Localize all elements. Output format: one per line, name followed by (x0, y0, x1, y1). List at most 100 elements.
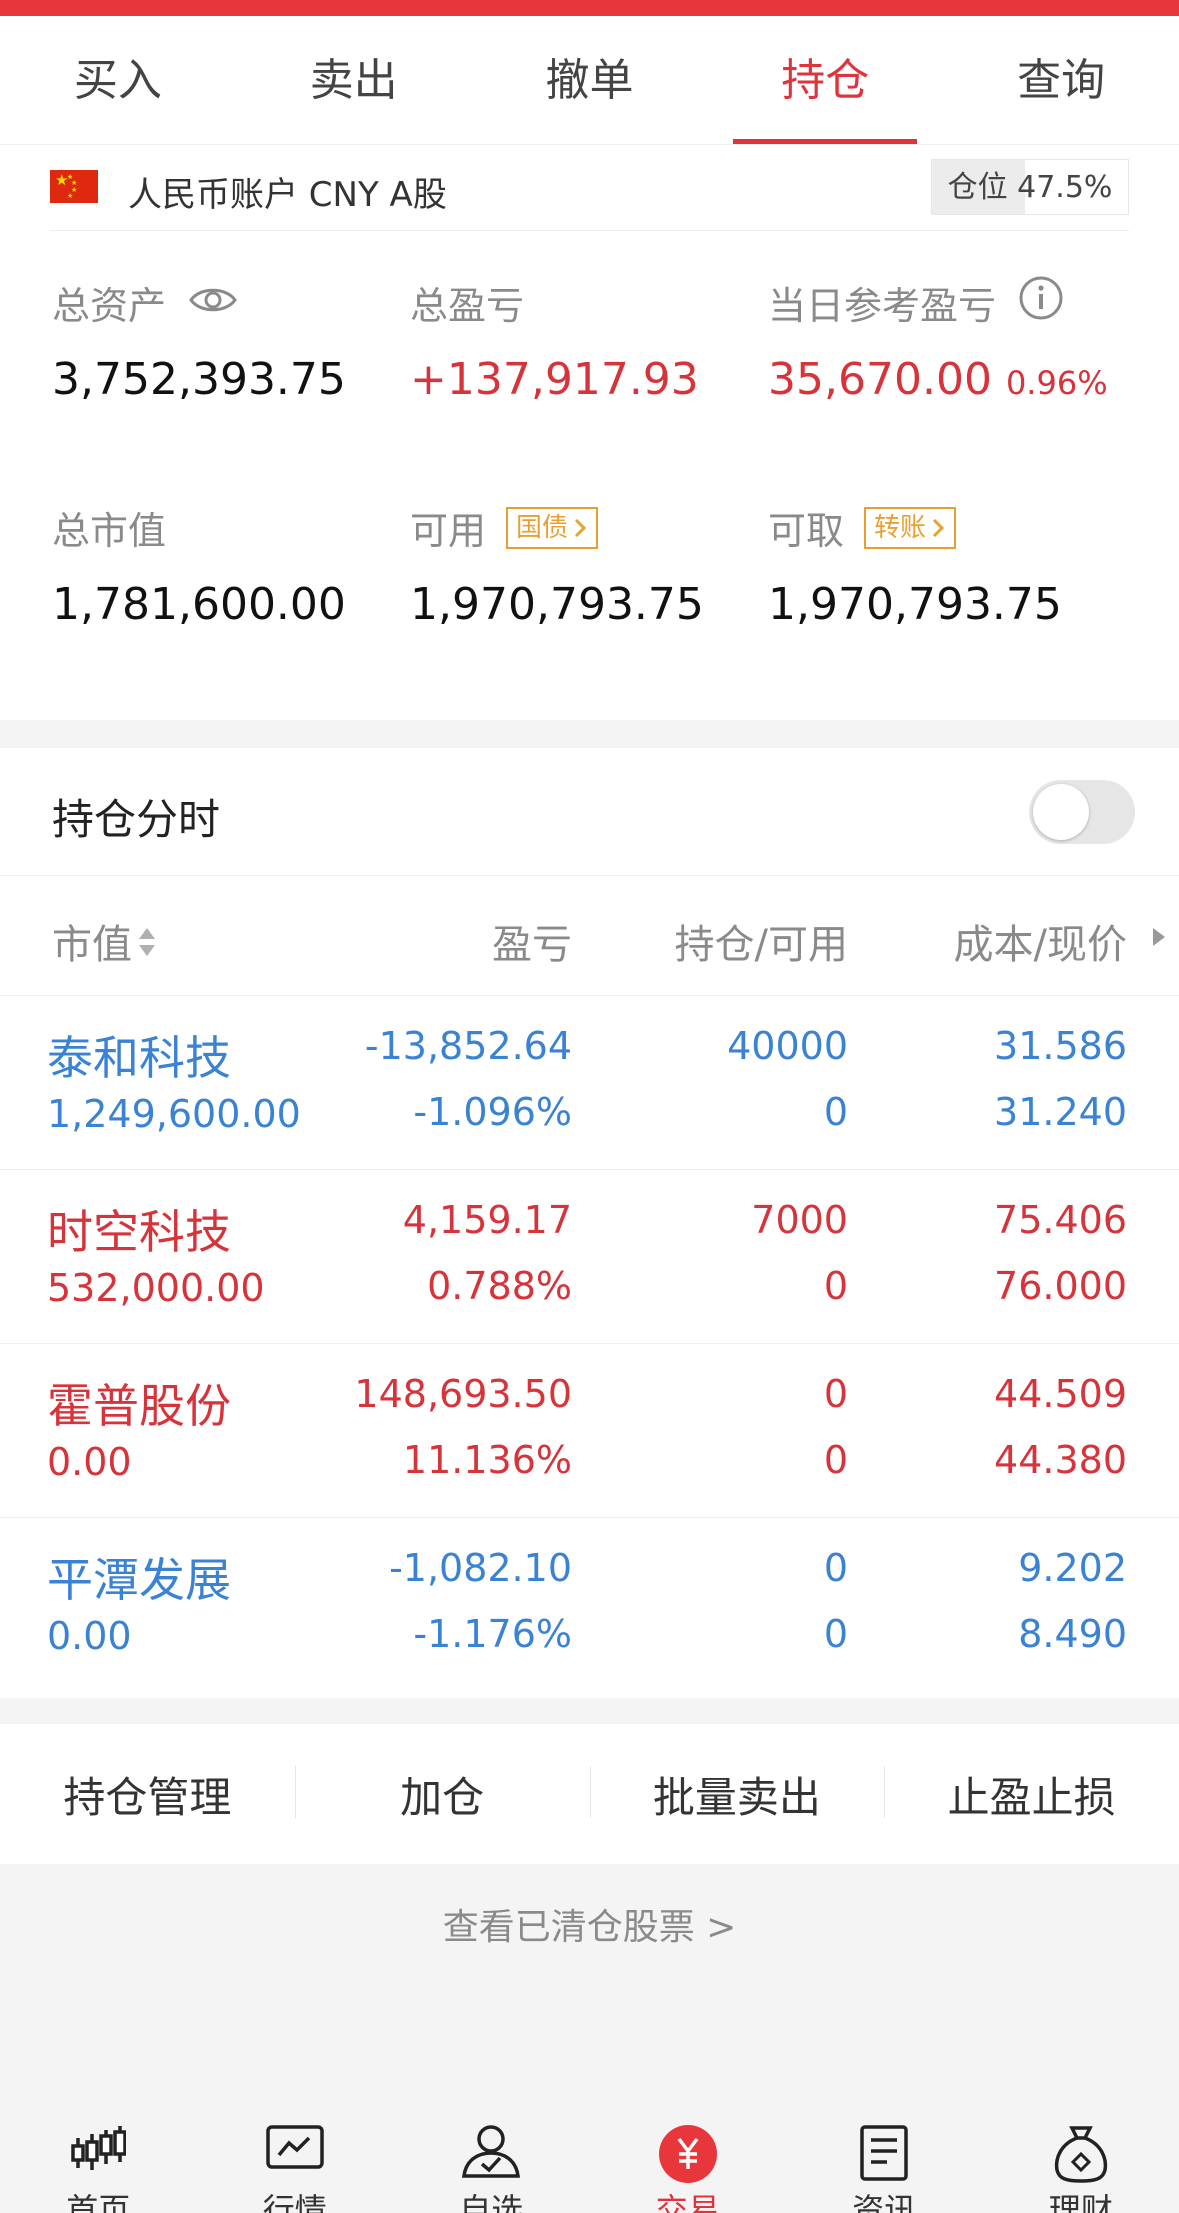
toggle-knob (1033, 784, 1089, 840)
nav-wealth-label: 理财 (1048, 2191, 1113, 2213)
tab-buy[interactable]: 买入 (0, 16, 236, 144)
total-pnl-stat: 总盈亏 +137,917.93 (410, 275, 699, 405)
total-assets-label: 总资产 (52, 284, 167, 328)
scroll-right-arrow-icon[interactable] (1153, 928, 1165, 946)
nav-trade-label: 交易 (655, 2191, 720, 2213)
stock-available: 0 (823, 1264, 848, 1308)
view-cleared-stocks-link[interactable]: 查看已清仓股票 > (0, 1898, 1179, 1950)
bottom-nav: 首页 行情 自选 交易 资讯 理财 (0, 2110, 1179, 2213)
tab-query[interactable]: 查询 (943, 16, 1179, 144)
column-pnl: 盈亏 (492, 922, 572, 968)
stock-holding: 40000 (727, 1024, 848, 1068)
stock-pnl: -1,082.10 (389, 1546, 572, 1590)
tab-sell[interactable]: 卖出 (236, 16, 472, 144)
stock-name: 时空科技 (47, 1205, 231, 1259)
account-summary: ★ ★ ★ ★ ★ 人民币账户 CNY A股 仓位 47.5% 总资产 3,75… (0, 145, 1179, 720)
total-pnl-label: 总盈亏 (410, 284, 525, 328)
daily-pnl-stat: 当日参考盈亏 35,670.00 0.96% (768, 275, 1108, 405)
nav-home[interactable]: 首页 (0, 2110, 197, 2213)
batch-sell-button[interactable]: 批量卖出 (589, 1764, 885, 1825)
daily-pnl-value: 35,670.00 (768, 354, 992, 405)
stock-cost: 75.406 (994, 1198, 1127, 1242)
holding-actions-bar: 持仓管理 加仓 批量卖出 止盈止损 (0, 1724, 1179, 1864)
total-assets-value: 3,752,393.75 (52, 354, 346, 405)
stock-market-value: 0.00 (47, 1440, 132, 1484)
tab-holdings[interactable]: 持仓 (707, 16, 943, 144)
candlestick-icon (0, 2124, 197, 2178)
available-label: 可用 (410, 509, 487, 553)
holding-row[interactable]: 时空科技 532,000.00 4,159.17 0.788% 7000 0 7… (0, 1170, 1179, 1344)
stock-available: 0 (823, 1090, 848, 1134)
stock-market-value: 532,000.00 (47, 1266, 265, 1310)
transfer-button[interactable]: 转账 (864, 506, 957, 549)
nav-watchlist[interactable]: 自选 (393, 2110, 590, 2213)
stock-cost: 31.586 (994, 1024, 1127, 1068)
nav-news-label: 资讯 (852, 2191, 917, 2213)
manage-holdings-button[interactable]: 持仓管理 (0, 1764, 295, 1825)
stock-cost: 9.202 (1018, 1546, 1127, 1590)
holding-row[interactable]: 平潭发展 0.00 -1,082.10 -1.176% 0 0 9.202 8.… (0, 1518, 1179, 1692)
stock-price: 76.000 (994, 1264, 1127, 1308)
nav-wealth[interactable]: 理财 (983, 2110, 1179, 2213)
stock-available: 0 (823, 1438, 848, 1482)
total-pnl-value: +137,917.93 (410, 354, 699, 405)
stock-holding: 0 (823, 1546, 848, 1590)
daily-pnl-label: 当日参考盈亏 (768, 284, 997, 328)
stock-available: 0 (823, 1612, 848, 1656)
chart-icon (197, 2124, 394, 2178)
info-icon[interactable] (1018, 275, 1064, 330)
column-cost-price: 成本/现价 (953, 922, 1127, 968)
holdings-section: 持仓分时 市值 盈亏 持仓/可用 成本/现价 泰和科技 1,249,600.00… (0, 748, 1179, 1698)
daily-pnl-percent: 0.96% (1005, 364, 1108, 402)
nav-market-label: 行情 (262, 2191, 327, 2213)
top-accent-bar (0, 0, 1179, 16)
add-position-button[interactable]: 加仓 (294, 1764, 590, 1825)
position-ratio-badge: 仓位 47.5% (931, 159, 1129, 215)
eye-icon[interactable] (188, 281, 238, 325)
nav-news[interactable]: 资讯 (786, 2110, 983, 2213)
market-value-stat: 总市值 1,781,600.00 (52, 500, 346, 630)
section-divider (0, 1698, 1179, 1724)
stock-pnl: -13,852.64 (364, 1024, 572, 1068)
stock-holding: 0 (823, 1372, 848, 1416)
money-bag-icon (983, 2124, 1179, 2188)
stock-price: 8.490 (1018, 1612, 1127, 1656)
stock-pnl-percent: -1.176% (413, 1612, 572, 1656)
stock-name: 平潭发展 (47, 1553, 231, 1607)
nav-home-label: 首页 (66, 2191, 131, 2213)
user-check-icon (393, 2124, 590, 2182)
china-flag-icon: ★ ★ ★ ★ ★ (50, 170, 98, 203)
available-stat: 可用 国债 1,970,793.75 (410, 500, 704, 630)
stock-price: 31.240 (994, 1090, 1127, 1134)
take-profit-stop-loss-button[interactable]: 止盈止损 (884, 1764, 1179, 1825)
treasury-bond-button[interactable]: 国债 (506, 506, 599, 549)
holdings-intraday-toggle[interactable] (1029, 780, 1135, 844)
account-name: 人民币账户 CNY A股 (128, 175, 447, 215)
stock-name: 泰和科技 (47, 1031, 231, 1085)
column-market-value[interactable]: 市值 (52, 912, 158, 970)
withdrawable-stat: 可取 转账 1,970,793.75 (768, 500, 1062, 630)
stock-market-value: 1,249,600.00 (47, 1092, 301, 1136)
stock-pnl-percent: 0.788% (427, 1264, 572, 1308)
stock-holding: 7000 (751, 1198, 848, 1242)
holding-row[interactable]: 泰和科技 1,249,600.00 -13,852.64 -1.096% 400… (0, 996, 1179, 1170)
yuan-icon (590, 2124, 787, 2188)
tab-cancel-order[interactable]: 撤单 (472, 16, 708, 144)
trade-tabs: 买入 卖出 撤单 持仓 查询 (0, 16, 1179, 145)
holding-row[interactable]: 霍普股份 0.00 148,693.50 11.136% 0 0 44.509 … (0, 1344, 1179, 1518)
section-divider (0, 720, 1179, 748)
market-value-value: 1,781,600.00 (52, 579, 346, 630)
withdrawable-value: 1,970,793.75 (768, 579, 1062, 630)
nav-market[interactable]: 行情 (197, 2110, 394, 2213)
holdings-header: 持仓分时 (0, 748, 1179, 876)
holdings-column-header: 市值 盈亏 持仓/可用 成本/现价 (0, 876, 1179, 996)
total-assets-stat: 总资产 3,752,393.75 (52, 275, 346, 405)
column-holding-available: 持仓/可用 (674, 922, 848, 968)
stock-pnl: 148,693.50 (354, 1372, 572, 1416)
stock-pnl-percent: -1.096% (413, 1090, 572, 1134)
stock-cost: 44.509 (994, 1372, 1127, 1416)
account-selector[interactable]: ★ ★ ★ ★ ★ 人民币账户 CNY A股 仓位 47.5% (50, 145, 1129, 231)
withdrawable-label: 可取 (768, 509, 845, 553)
nav-trade[interactable]: 交易 (590, 2110, 787, 2213)
nav-watchlist-label: 自选 (459, 2191, 524, 2213)
